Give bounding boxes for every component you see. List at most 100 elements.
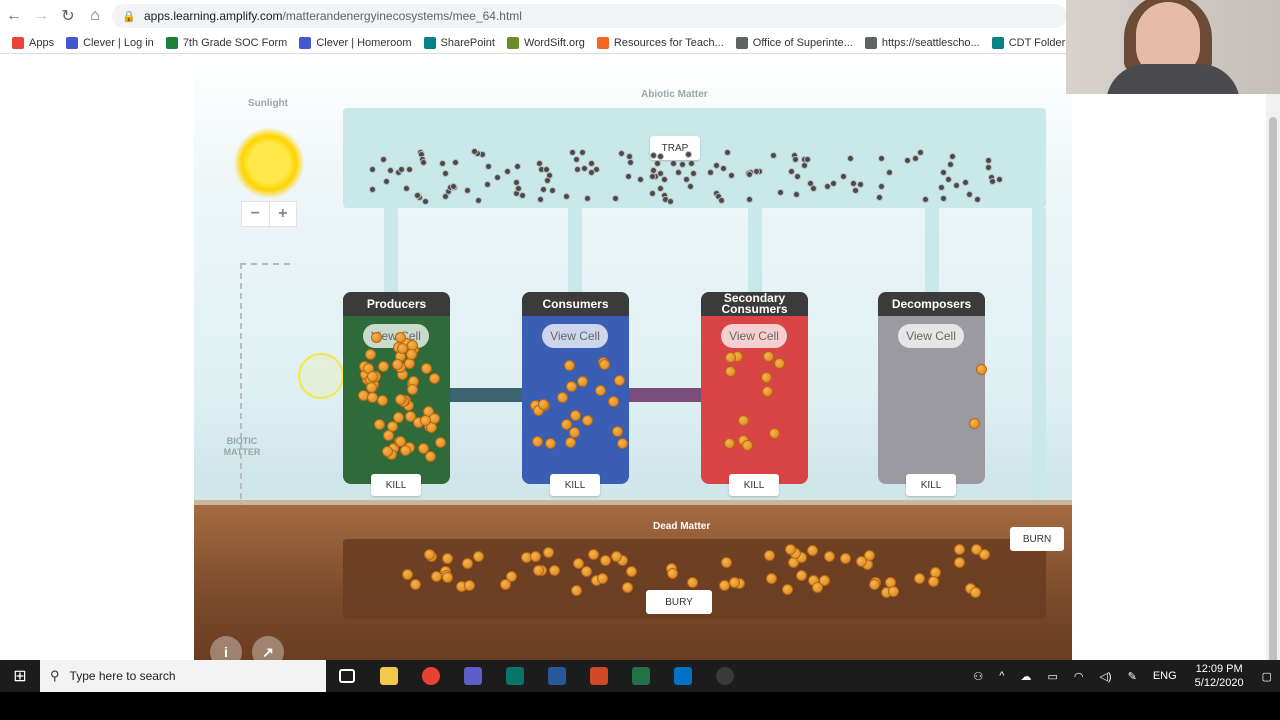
view-cell-button[interactable]: View Cell (721, 324, 787, 348)
matter-particle (576, 376, 588, 388)
home-icon[interactable]: ⌂ (82, 3, 108, 29)
dead-matter-label: Dead Matter (653, 521, 711, 532)
recorder-icon[interactable] (704, 660, 746, 692)
bookmark-item[interactable]: SharePoint (423, 36, 495, 49)
url-domain: apps.learning.amplify.com (144, 9, 283, 23)
matter-particle (420, 362, 432, 374)
excel-icon[interactable] (620, 660, 662, 692)
gas-particle (679, 160, 687, 168)
forward-icon[interactable]: → (28, 3, 54, 29)
gas-particle (483, 180, 491, 188)
bookmark-label: CDT Folder (1008, 36, 1066, 49)
matter-particle (364, 349, 376, 361)
outlook-icon[interactable] (662, 660, 704, 692)
gas-particle (650, 151, 658, 159)
pen-icon[interactable]: ✎ (1128, 670, 1137, 683)
teams-glyph (464, 667, 482, 685)
matter-particle (611, 425, 623, 437)
matter-particle (766, 572, 778, 584)
matter-particle (542, 546, 554, 558)
back-icon[interactable]: ← (1, 3, 27, 29)
teams-icon[interactable] (452, 660, 494, 692)
decrease-sunlight-button[interactable]: − (242, 202, 270, 226)
matter-particle (863, 549, 875, 561)
gas-particle (636, 175, 644, 183)
kill-button[interactable]: KILL (906, 474, 956, 496)
gas-particle (513, 162, 521, 170)
gas-particle (800, 162, 808, 170)
tank-secondary-consumers: Secondary Consumers View Cell (701, 292, 808, 484)
matter-particle (531, 436, 543, 448)
bookmark-item[interactable]: Apps (12, 36, 54, 49)
bookmark-item[interactable]: Clever | Homeroom (299, 36, 412, 49)
chevron-up-icon[interactable]: ^ (999, 670, 1004, 682)
taskbar-search-input[interactable]: ⚲ Type here to search (40, 660, 326, 692)
bookmark-label: SharePoint (440, 36, 495, 49)
bookmark-item[interactable]: Clever | Log in (66, 36, 154, 49)
chrome-icon[interactable] (410, 660, 452, 692)
wifi-icon[interactable]: ◠ (1074, 670, 1084, 683)
tank-title: Secondary Consumers (701, 292, 808, 316)
view-cell-button[interactable]: View Cell (542, 324, 608, 348)
system-tray: ⚇ ^ ☁ ▭ ◠ ◁) ✎ ENG 12:09 PM 5/12/2020 ▢ (965, 660, 1280, 692)
bury-button[interactable]: BURY (646, 590, 712, 614)
gas-particle (851, 187, 859, 195)
biotic-matter-label: BIOTIC MATTER (223, 436, 261, 457)
file-explorer-icon[interactable] (368, 660, 410, 692)
flow-connector (629, 388, 701, 402)
bookmark-item[interactable]: Resources for Teach... (596, 36, 724, 49)
clock[interactable]: 12:09 PM 5/12/2020 (1195, 662, 1244, 690)
excel-glyph (632, 667, 650, 685)
gas-particle (422, 197, 430, 205)
tank-title: Producers (343, 292, 450, 316)
publisher-icon[interactable] (494, 660, 536, 692)
tank-title: Consumers (522, 292, 629, 316)
gas-particle (649, 166, 657, 174)
bookmark-label: 7th Grade SOC Form (182, 36, 288, 49)
tank-title: Decomposers (878, 292, 985, 316)
increase-sunlight-button[interactable]: + (270, 202, 297, 226)
reload-icon[interactable]: ↻ (55, 3, 81, 29)
kill-button[interactable]: KILL (371, 474, 421, 496)
gas-particle (669, 159, 677, 167)
matter-particle (976, 364, 988, 376)
bookmark-label: Office of Superinte... (752, 36, 853, 49)
search-placeholder: Type here to search (69, 669, 176, 683)
scroll-thumb[interactable] (1269, 117, 1277, 667)
kill-button[interactable]: KILL (550, 474, 600, 496)
kill-button[interactable]: KILL (729, 474, 779, 496)
task-view-icon[interactable] (326, 660, 368, 692)
gas-particle (877, 183, 885, 191)
battery-icon[interactable]: ▭ (1047, 670, 1057, 683)
windows-start-icon[interactable]: ⊞ (0, 660, 40, 692)
notification-icon[interactable]: ▢ (1262, 670, 1272, 683)
view-cell-button[interactable]: View Cell (898, 324, 964, 348)
address-bar[interactable]: 🔒 apps.learning.amplify.com /matteranden… (112, 4, 1067, 28)
bookmark-icon (991, 36, 1004, 49)
matter-particle (666, 567, 678, 579)
gas-particle (846, 154, 854, 162)
matter-particle (366, 391, 378, 403)
gas-particle (463, 186, 471, 194)
bookmark-item[interactable]: CDT Folder (991, 36, 1066, 49)
scrollbar[interactable] (1266, 55, 1280, 667)
people-icon[interactable]: ⚇ (973, 670, 983, 683)
bookmark-item[interactable]: https://seattlescho... (864, 36, 980, 49)
bookmark-item[interactable]: WordSift.org (506, 36, 585, 49)
burn-button[interactable]: BURN (1010, 527, 1064, 551)
volume-icon[interactable]: ◁) (1099, 670, 1111, 683)
language-indicator[interactable]: ENG (1153, 670, 1177, 682)
word-icon[interactable] (536, 660, 578, 692)
powerpoint-icon[interactable] (578, 660, 620, 692)
recorder-glyph (716, 667, 734, 685)
bookmark-item[interactable]: 7th Grade SOC Form (165, 36, 288, 49)
gas-particle (543, 177, 551, 185)
info-button[interactable]: i (210, 636, 242, 660)
onedrive-icon[interactable]: ☁ (1020, 670, 1031, 683)
matter-particle (405, 349, 417, 361)
matter-particle (386, 420, 398, 432)
matter-particle (724, 352, 736, 364)
graph-button[interactable]: ↗ (252, 636, 284, 660)
bookmark-item[interactable]: Office of Superinte... (735, 36, 853, 49)
gas-particle (568, 149, 576, 157)
